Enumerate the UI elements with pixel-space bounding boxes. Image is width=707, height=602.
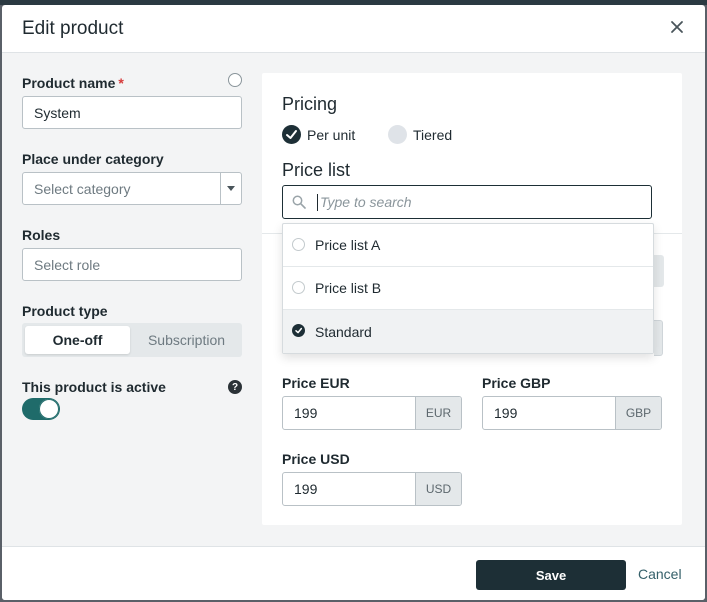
toggle-knob <box>39 399 59 419</box>
radio-icon <box>292 238 305 251</box>
price-usd-value: 199 <box>294 481 318 497</box>
category-placeholder: Select category <box>34 180 131 197</box>
product-name-label: Product name * <box>22 75 124 91</box>
active-label: This product is active <box>22 379 166 395</box>
category-label: Place under category <box>22 151 164 167</box>
price-list-option-selected[interactable]: Standard <box>283 310 653 353</box>
dialog-title: Edit product <box>22 18 124 39</box>
hidden-field-edge <box>654 255 664 287</box>
save-button[interactable]: Save <box>476 560 626 590</box>
price-usd-label: Price USD <box>282 451 350 467</box>
tiered-check[interactable] <box>388 125 407 144</box>
checkmark-icon <box>286 130 297 139</box>
price-list-dropdown: Price list A Price list B Standard <box>282 223 654 354</box>
price-eur-value: 199 <box>294 405 318 421</box>
product-type-subscription[interactable]: Subscription <box>134 326 239 354</box>
active-toggle[interactable] <box>22 398 60 420</box>
price-gbp-label: Price GBP <box>482 375 551 391</box>
option-label: Price list A <box>315 237 381 253</box>
radio-icon <box>292 281 305 294</box>
roles-label: Roles <box>22 227 61 243</box>
price-gbp-value: 199 <box>494 405 518 421</box>
pricing-panel: Pricing Per unit Tiered Price list Type … <box>262 73 682 525</box>
price-gbp-input[interactable]: 199 GBP <box>482 396 662 430</box>
roles-placeholder: Select role <box>34 256 101 273</box>
price-eur-label: Price EUR <box>282 375 350 391</box>
text-caret <box>317 194 318 211</box>
cancel-link[interactable]: Cancel <box>638 566 682 582</box>
required-asterisk: * <box>118 75 124 91</box>
dialog-header: Edit product <box>2 5 705 53</box>
price-usd-currency: USD <box>415 473 461 505</box>
product-type-segmented-control: One-off Subscription <box>22 323 242 357</box>
checkmark-icon <box>295 327 303 334</box>
dialog-footer: Save Cancel <box>2 546 705 600</box>
tiered-label: Tiered <box>413 127 453 143</box>
per-unit-label: Per unit <box>307 127 356 143</box>
price-usd-input[interactable]: 199 USD <box>282 472 462 506</box>
per-unit-check[interactable] <box>282 125 301 144</box>
price-gbp-currency: GBP <box>615 397 661 429</box>
help-icon[interactable]: ? <box>228 380 242 394</box>
close-icon[interactable] <box>669 19 685 35</box>
pricing-title: Pricing <box>282 94 338 114</box>
search-icon <box>292 195 306 209</box>
hidden-field-edge <box>654 320 663 356</box>
roles-select[interactable]: Select role <box>22 248 242 281</box>
status-radio-icon[interactable] <box>228 73 242 87</box>
product-name-value: System <box>34 104 81 121</box>
dialog-body: Product name * System Place under categor… <box>2 53 705 546</box>
product-name-input[interactable]: System <box>22 96 242 129</box>
price-list-search-input[interactable]: Type to search <box>282 185 652 219</box>
price-eur-currency: EUR <box>415 397 461 429</box>
price-list-title: Price list <box>282 160 351 180</box>
price-list-option[interactable]: Price list A <box>283 224 653 267</box>
category-select[interactable]: Select category <box>22 172 242 205</box>
option-label: Standard <box>315 323 372 340</box>
search-placeholder: Type to search <box>320 194 412 210</box>
option-label: Price list B <box>315 280 382 296</box>
chevron-down-icon <box>227 185 235 191</box>
product-type-label: Product type <box>22 303 108 319</box>
product-type-one-off[interactable]: One-off <box>25 326 130 354</box>
checked-radio-icon <box>292 324 305 337</box>
edit-product-dialog: Edit product Product name * System Place … <box>2 5 705 600</box>
price-eur-input[interactable]: 199 EUR <box>282 396 462 430</box>
price-list-option[interactable]: Price list B <box>283 267 653 310</box>
category-dropdown-toggle[interactable] <box>220 173 241 204</box>
